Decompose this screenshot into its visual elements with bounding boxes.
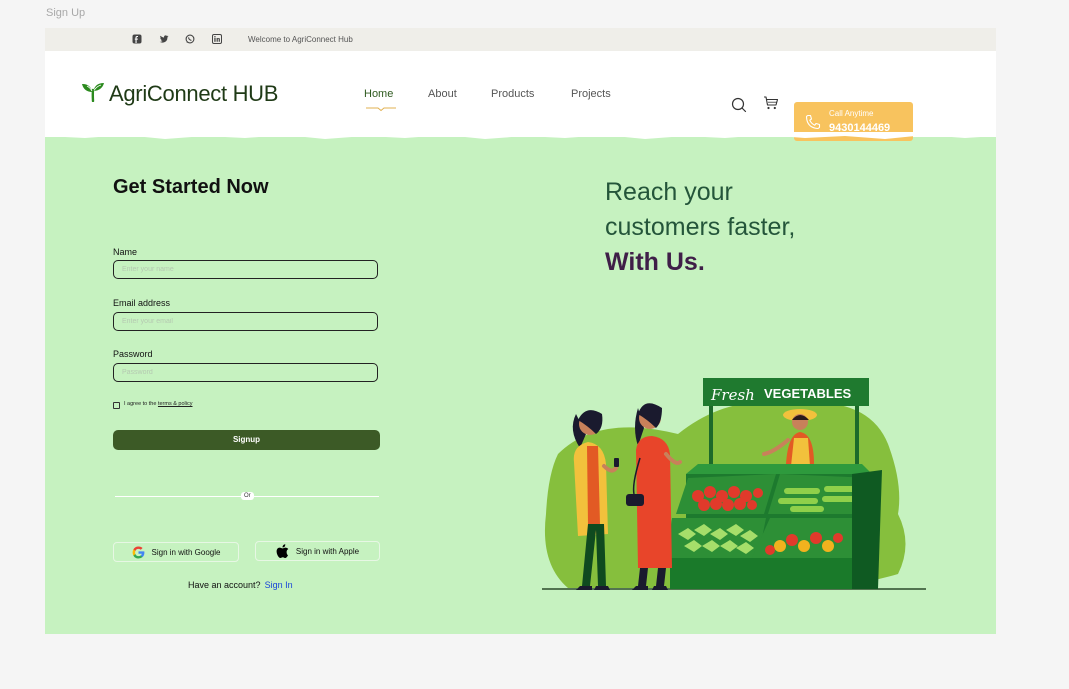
have-account: Have an account? Sign In [188, 580, 293, 590]
brand-logo[interactable]: AgriConnect HUB [81, 81, 278, 107]
sign-text: VEGETABLES [764, 386, 851, 401]
or-label: Or [241, 492, 254, 500]
hero-line-3: With Us. [605, 248, 705, 276]
twitter-icon[interactable] [159, 34, 169, 44]
terms-text: I agree to the [124, 401, 157, 407]
vegetable-market-illustration: Fresh VEGETABLES [542, 378, 926, 590]
linkedin-icon[interactable] [212, 34, 222, 44]
name-input[interactable] [113, 260, 378, 279]
have-account-text: Have an account? [188, 580, 261, 590]
email-label: Email address [113, 298, 171, 308]
nav-products[interactable]: Products [491, 88, 534, 100]
nav-home[interactable]: Home [364, 88, 393, 100]
cart-icon[interactable] [763, 95, 779, 116]
hero-heading: Reach your customers faster, With Us. [605, 175, 795, 280]
frame-label: Sign Up [46, 7, 86, 19]
apple-signin-button[interactable]: Sign in with Apple [255, 541, 380, 561]
site-header: AgriConnect HUB Home About Products Proj… [45, 51, 996, 141]
call-label: Call Anytime [829, 109, 874, 118]
leaf-sprout-icon [81, 82, 105, 107]
password-label: Password [113, 349, 153, 359]
terms-checkbox[interactable] [113, 402, 120, 409]
terms-agreement: I agree to the terms & policy [124, 401, 193, 407]
nav-active-indicator [366, 107, 396, 112]
apple-icon [276, 543, 289, 559]
search-icon[interactable] [731, 97, 747, 118]
google-icon [132, 546, 145, 559]
nav-projects[interactable]: Projects [571, 88, 611, 100]
password-input[interactable] [113, 363, 378, 382]
email-input[interactable] [113, 312, 378, 331]
signin-link[interactable]: Sign In [265, 580, 293, 590]
welcome-text: Welcome to AgriConnect Hub [248, 35, 353, 44]
top-bar: Welcome to AgriConnect Hub [45, 28, 996, 51]
name-label: Name [113, 247, 138, 257]
hero-line-1: Reach your [605, 178, 733, 206]
torn-paper-edge [45, 132, 996, 139]
nav-about[interactable]: About [428, 88, 457, 100]
sign-script: Fresh [710, 386, 755, 404]
terms-link[interactable]: terms & policy [158, 401, 193, 407]
whatsapp-icon[interactable] [185, 34, 195, 44]
apple-signin-label: Sign in with Apple [295, 546, 360, 556]
google-signin-button[interactable]: Sign in with Google [113, 542, 239, 562]
hero-line-2: customers faster, [605, 213, 796, 241]
google-signin-label: Sign in with Google [151, 547, 221, 557]
brand-name: AgriConnect HUB [109, 81, 279, 106]
form-title: Get Started Now [113, 176, 269, 198]
signup-button[interactable]: Signup [113, 430, 380, 450]
signup-page: Welcome to AgriConnect Hub AgriConnect H… [45, 28, 996, 634]
facebook-icon[interactable] [132, 34, 142, 44]
